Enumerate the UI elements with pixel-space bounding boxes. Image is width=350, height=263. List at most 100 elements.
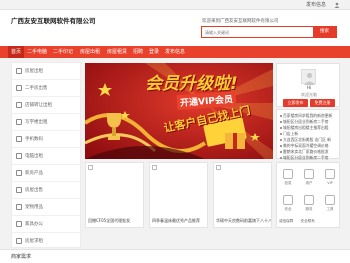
vip-promo-banner[interactable]: 会员升级啦! 开通VIP会员 让客户自己找上门 [85, 63, 273, 159]
category-sidebar: 房屋出租 二手房出售 店铺转让出租 写字楼出租 手机数码 电脑出租 新房产品 房… [11, 62, 82, 250]
category-icon [16, 136, 22, 142]
quick-icon-info[interactable]: 信息 [278, 165, 298, 189]
nav-jobs[interactable]: 招聘 [132, 46, 144, 58]
bullet-icon [280, 127, 282, 129]
quick-icon-tools[interactable]: 工具 [320, 191, 340, 215]
card-title[interactable]: 华硕中天良数码前嘉旗下八十八 [216, 218, 271, 224]
nav-house-rent[interactable]: 房屋出租 [79, 46, 101, 58]
card-title[interactable]: 回赠CF05全国代理批发 [88, 218, 143, 224]
listing-card[interactable]: 华硕中天良数码前嘉旗下八十八 [213, 162, 272, 228]
sidebar-item-label: 房屋出租 [25, 69, 43, 74]
sidebar-item[interactable]: 手机数码 [12, 131, 82, 148]
category-icon [16, 221, 22, 227]
quick-icon-label: 安全 [284, 207, 292, 211]
category-icon [16, 204, 22, 210]
sidebar-item-label: 电脑出租 [25, 154, 43, 159]
sidebar-item-label: 房屋出售 [25, 188, 43, 193]
quick-link[interactable]: 诚信保障 [279, 219, 293, 223]
quick-links: 诚信保障 安全联系 [279, 219, 315, 224]
top-publish-link[interactable]: 发布信息 [306, 1, 326, 8]
sidebar-item[interactable]: 房屋求租 [12, 233, 82, 250]
news-text: 大连西区北街美股 出门区 新 [283, 137, 331, 142]
sidebar-item[interactable]: 房屋出租 [12, 63, 82, 80]
card-title[interactable]: 四季春温床最优秀产品推荐 [152, 218, 207, 224]
quick-icon-user[interactable]: 用户 [299, 165, 319, 189]
news-text: 门店上新 [283, 131, 299, 136]
quick-icons-panel: 信息 用户 VIP 安全 服务 工具 诚信保障 安全联系 [276, 162, 340, 228]
quick-link[interactable]: 安全联系 [301, 219, 315, 223]
banner-headline: 会员升级啦! [145, 74, 238, 94]
broken-image-icon [152, 165, 157, 170]
quick-icon-label: 工具 [326, 207, 334, 211]
broken-image-icon [216, 165, 221, 170]
nav-login[interactable]: 登录 [148, 46, 160, 58]
bullet-icon [280, 157, 282, 159]
service-icon [304, 195, 314, 205]
sidebar-item-label: 二手房出售 [25, 86, 48, 91]
news-text: 美的中标双面冷暖空调价格 [283, 143, 329, 148]
sidebar-item[interactable]: 房屋出售 [12, 182, 82, 199]
listing-card[interactable]: 四季春温床最优秀产品推荐 [149, 162, 208, 228]
news-item[interactable]: 城阳区分居业到新房二手房 [280, 155, 340, 160]
news-text: 城阳区分居业到新房二手房 [283, 155, 329, 160]
bullet-icon [280, 151, 282, 153]
nav-publish[interactable]: 发布信息 [164, 46, 186, 58]
featured-cards: 回赠CF05全国代理批发 四季春温床最优秀产品推荐 华硕中天良数码前嘉旗下八十八 [85, 162, 273, 228]
news-text: 百家楼房间求租我的新房更新 [283, 113, 333, 118]
search-input[interactable] [202, 27, 312, 37]
greeting: Hi [306, 86, 312, 91]
sidebar-item[interactable]: 店铺转让出租 [12, 97, 82, 114]
quick-icon-vip[interactable]: VIP [320, 165, 340, 189]
news-list: 百家楼房间求租我的新房更新 城阳区分居业到新房二手房 城阳楼房出租楼主推荐出租 … [276, 109, 340, 160]
sidebar-item-label: 房屋求租 [25, 239, 43, 244]
publish-now-button[interactable]: 立即发布 [283, 99, 308, 107]
site-logo[interactable]: 广西友安互联网软件有限公司 [11, 17, 101, 26]
section-title: 商家需求 [11, 254, 32, 260]
merchant-demand-section: 商家需求 [0, 249, 350, 263]
free-register-button[interactable]: 免费注册 [310, 99, 335, 107]
default-avatar-icon [304, 72, 315, 85]
news-text: 雷朗宋卖北厂家路价格批发 [283, 149, 329, 154]
welcome-text: 欢迎来到广西友安互联网软件有限公司 [202, 19, 279, 24]
category-icon [16, 68, 22, 74]
sidebar-item[interactable]: 电脑出租 [12, 148, 82, 165]
sidebar-item[interactable]: 家具办公 [12, 216, 82, 233]
nav-house-lease[interactable]: 房屋租赁 [106, 46, 128, 58]
sidebar-item-label: 宠物用品 [25, 205, 43, 210]
info-icon [283, 169, 293, 179]
tool-icon [325, 195, 335, 205]
search-button[interactable]: 搜索 [313, 27, 336, 37]
sidebar-item[interactable]: 写字楼出租 [12, 114, 82, 131]
category-icon [16, 238, 22, 244]
news-text: 城阳区分居业到新房二手房 [283, 119, 329, 124]
shield-icon [283, 195, 293, 205]
sidebar-item-label: 新房产品 [25, 171, 43, 176]
sidebar-item[interactable]: 宠物用品 [12, 199, 82, 216]
quick-icon-safe[interactable]: 安全 [278, 191, 298, 215]
quick-icon-label: 服务 [305, 207, 313, 211]
bullet-icon [280, 139, 282, 141]
category-icon [16, 119, 22, 125]
category-icon [16, 170, 22, 176]
category-icon [16, 85, 22, 91]
sidebar-item-label: 家具办公 [25, 222, 43, 227]
user-icon [304, 169, 314, 179]
category-icon [16, 187, 22, 193]
sidebar-item-label: 写字楼出租 [25, 120, 48, 125]
sidebar-item-label: 店铺转让出租 [25, 103, 52, 108]
sidebar-item[interactable]: 新房产品 [12, 165, 82, 182]
user-panel: Hi 欢迎光临 立即发布 免费注册 [276, 63, 340, 107]
top-bar: 发布信息 [0, 0, 350, 10]
category-icon [16, 153, 22, 159]
nav-home[interactable]: 首页 [8, 46, 24, 58]
listing-card[interactable]: 回赠CF05全国代理批发 [85, 162, 144, 228]
quick-icon-label: VIP [327, 181, 333, 185]
broken-image-icon [88, 165, 93, 170]
sidebar-item[interactable]: 二手房出售 [12, 80, 82, 97]
user-icon[interactable] [334, 2, 340, 8]
quick-icon-service[interactable]: 服务 [299, 191, 319, 215]
category-icon [16, 102, 22, 108]
nav-used-items[interactable]: 二手印记 [52, 46, 74, 58]
bullet-icon [280, 115, 282, 117]
nav-used-computers[interactable]: 二手电脑 [26, 46, 48, 58]
